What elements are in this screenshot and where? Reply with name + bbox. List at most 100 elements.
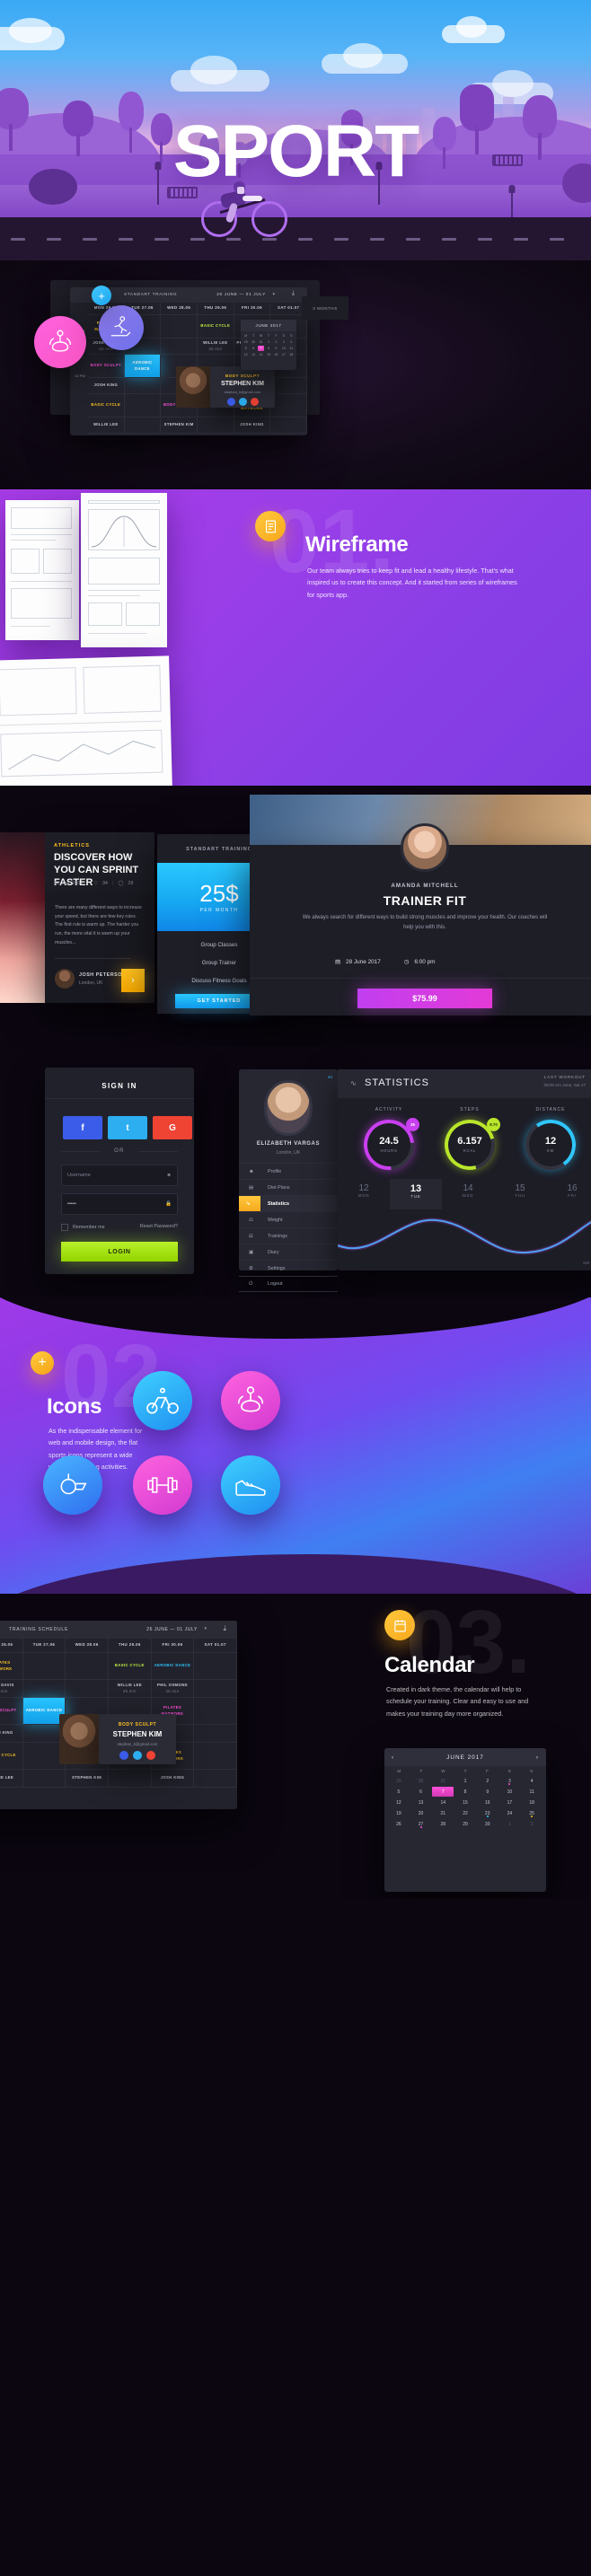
sidebar-item-diary[interactable]: ▣ Diary [239,1244,338,1260]
cal-day[interactable]: 13 [410,1798,432,1807]
cal-day[interactable]: 23 [477,1808,498,1818]
twitter-icon[interactable] [238,398,247,406]
cal-day[interactable]: 16 [477,1798,498,1807]
cal-day[interactable]: 18 [288,352,295,357]
twitter-icon[interactable] [133,1751,142,1760]
day-item[interactable]: 12 MON [338,1179,390,1209]
cal-day[interactable]: 10 [280,346,287,351]
cal-day[interactable]: 31 [258,339,264,345]
cal-day[interactable]: 8 [265,346,271,351]
twitter-button[interactable]: t [108,1116,147,1139]
cal-day[interactable]: 28 [432,1819,454,1829]
cal-day[interactable]: 6 [410,1787,432,1797]
sidebar-item-profile[interactable]: ☻ Profile [239,1163,338,1179]
cal-day[interactable]: 30 [250,339,256,345]
cal-day-selected[interactable]: 7 [432,1787,454,1797]
sidebar-item-weight[interactable]: ⚖ Weight [239,1211,338,1227]
cal-day[interactable]: 17 [499,1798,521,1807]
chevron-right-icon[interactable]: › [536,1754,539,1761]
cal-day[interactable]: 14 [258,352,264,357]
mini-calendar-grid[interactable]: MT WT FS S 29 30 31 1 23 4 56 7 89 10 11 12… [241,331,296,359]
password-input[interactable]: ••••• 🔒 [61,1193,178,1215]
cal-day[interactable]: 25 [521,1808,542,1818]
whistle-icon-circle[interactable] [43,1455,102,1515]
cal-day[interactable]: 22 [454,1808,476,1818]
chevron-left-icon[interactable]: ‹ [392,1754,394,1761]
reset-password-link[interactable]: Reset Password? [140,1224,178,1229]
trainer-card[interactable]: AMANDA MITCHELL TRAINER FIT We always se… [250,823,591,1015]
class-cell-empty[interactable] [66,1653,109,1680]
trainer-price-button[interactable]: $75.99 [357,989,492,1008]
cal-day[interactable]: 29 [454,1819,476,1829]
class-cell[interactable]: PILATES MATWORK [0,1653,23,1680]
dumbbell-icon-circle[interactable] [133,1455,192,1515]
cal-day[interactable]: 1 [265,339,271,345]
class-cell[interactable]: BASIC CYCLE [0,1743,23,1770]
class-cell[interactable]: BASIC CYCLE [198,315,234,338]
cal-day[interactable]: 20 [410,1808,432,1818]
cal-day[interactable]: 16 [273,352,279,357]
class-cell-empty[interactable] [194,1653,237,1680]
class-cell[interactable]: BASIC CYCLE [88,394,125,418]
download-icon[interactable]: ⤓ [223,1624,226,1633]
class-cell-empty[interactable] [270,394,307,418]
cal-day[interactable]: 11 [521,1787,542,1797]
sneaker-icon-circle[interactable] [221,1455,280,1515]
cal-day[interactable]: 13 [250,352,256,357]
cal-day[interactable]: 29 [388,1776,410,1786]
trainer-profile-card[interactable]: BODY SCULPT STEPHEN KIM stephan_k@gmail.… [210,366,275,408]
plus-icon-bubble[interactable]: + [92,286,111,305]
google-icon[interactable] [146,1751,155,1760]
class-cell-empty[interactable] [124,394,162,418]
facebook-icon[interactable] [226,398,235,406]
sidebar-item-diet-plans[interactable]: ▤ Diet Plans [239,1179,338,1195]
cal-day[interactable]: 15 [454,1798,476,1807]
training-schedule-window[interactable]: TRAINING SCHEDULE 26 JUNE — 01 JULY ▾ ⤓ … [0,1621,237,1809]
treadmill-runner-icon-bubble[interactable] [99,305,144,350]
cal-day[interactable]: 8 [454,1787,476,1797]
cal-day[interactable]: 3 [280,339,287,345]
class-cell[interactable]: BODY SCULPT [88,355,125,378]
class-cell[interactable]: BODY SCULPT [0,1698,23,1725]
day-item[interactable]: 16 FRI [546,1179,591,1209]
cal-day[interactable]: 4 [288,339,295,345]
class-cell-empty[interactable] [161,315,198,338]
calendar-grid[interactable]: 29 30 31 1 2 3 4 5 6 7 8 9 10 11 12 13 1… [384,1774,546,1833]
cal-day[interactable]: 5 [388,1787,410,1797]
chevron-down-icon[interactable]: ▾ [204,1626,207,1631]
sidebar-item-logout[interactable]: ⏻ Logout [239,1276,338,1292]
class-cell-empty[interactable] [194,1698,237,1725]
day-item-active[interactable]: 13 TUE [390,1179,442,1209]
cal-day[interactable]: 3 [499,1776,521,1786]
schedule-date-range[interactable]: 26 JUNE — 01 JULY [146,1627,198,1632]
cyclist-icon-circle[interactable] [133,1371,192,1430]
download-icon[interactable]: ⤓ [292,290,295,297]
cal-day[interactable]: 4 [521,1776,542,1786]
day-item[interactable]: 15 THU [494,1179,546,1209]
facebook-icon[interactable] [119,1751,128,1760]
article-card[interactable]: ATHLETICS DISCOVER HOW YOU CAN SPRINT FA… [45,832,154,893]
class-cell-empty[interactable] [194,1743,237,1770]
cal-day[interactable]: 1 [499,1819,521,1829]
mini-calendar-widget[interactable]: JUNE 2017 MT WT FS S 29 30 31 1 23 4 56 7 … [241,320,296,370]
class-cell[interactable]: BASIC CYCLE [109,1653,152,1680]
sidebar-item-settings[interactable]: ⚙ Settings [239,1260,338,1276]
article-cta-button[interactable]: › [121,969,145,992]
google-icon[interactable] [250,398,259,406]
cal-day[interactable]: 21 [432,1808,454,1818]
class-cell-empty[interactable] [22,1653,66,1680]
sidebar-item-statistics[interactable]: ∿ Statistics [239,1195,338,1212]
cal-day[interactable]: 26 [388,1819,410,1829]
chevron-down-icon[interactable]: ▾ [272,292,275,297]
cal-day[interactable]: 6 [250,346,256,351]
class-cell-selected[interactable]: AEROBIC DANCE [124,355,162,378]
day-strip[interactable]: 12 MON 13 TUE 14 WED 15 THU 16 FRI [338,1179,591,1209]
cal-day-selected[interactable]: 7 [257,346,265,351]
cal-day[interactable]: 12 [388,1798,410,1807]
sidebar-nav[interactable]: ☻ Profile ▤ Diet Plans ∿ Statistics ⚖ We… [239,1163,338,1292]
cal-day[interactable]: 5 [243,346,249,351]
login-button[interactable]: LOGIN [61,1242,178,1262]
cal-day[interactable]: 19 [388,1808,410,1818]
cal-day[interactable]: 17 [280,352,287,357]
period-option[interactable]: 3 MONTHS [302,296,348,320]
